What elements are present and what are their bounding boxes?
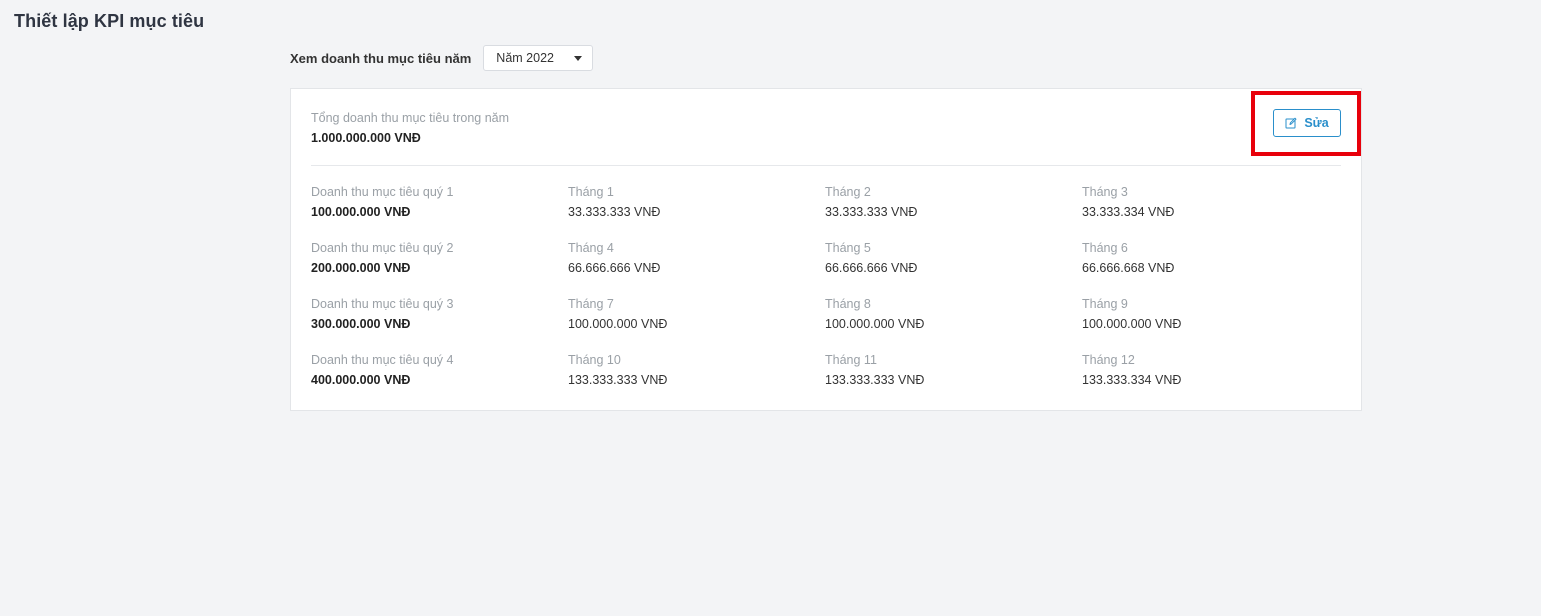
- divider: [311, 165, 1341, 166]
- quarter-label: Doanh thu mục tiêu quý 2: [311, 241, 454, 255]
- month-label: Tháng 4: [568, 241, 614, 255]
- month-label: Tháng 8: [825, 297, 871, 311]
- quarter-cell: Doanh thu mục tiêu quý 4 400.000.000 VNĐ: [311, 353, 568, 409]
- quarter-label: Doanh thu mục tiêu quý 4: [311, 353, 454, 367]
- month-label: Tháng 12: [1082, 353, 1135, 367]
- month-cell: Tháng 9 100.000.000 VNĐ: [1082, 297, 1339, 353]
- month-value: 100.000.000 VNĐ: [825, 317, 925, 331]
- quarter-grid: Doanh thu mục tiêu quý 1 100.000.000 VNĐ…: [311, 185, 1339, 409]
- month-value: 133.333.334 VNĐ: [1082, 373, 1182, 387]
- month-value: 33.333.334 VNĐ: [1082, 205, 1175, 219]
- quarter-label: Doanh thu mục tiêu quý 1: [311, 185, 454, 199]
- month-cell: Tháng 6 66.666.668 VNĐ: [1082, 241, 1339, 297]
- month-label: Tháng 2: [825, 185, 871, 199]
- quarter-value: 100.000.000 VNĐ: [311, 205, 411, 219]
- quarter-label: Doanh thu mục tiêu quý 3: [311, 297, 454, 311]
- month-value: 133.333.333 VNĐ: [568, 373, 668, 387]
- month-cell: Tháng 3 33.333.334 VNĐ: [1082, 185, 1339, 241]
- month-value: 33.333.333 VNĐ: [825, 205, 918, 219]
- month-cell: Tháng 2 33.333.333 VNĐ: [825, 185, 1082, 241]
- annual-total-value: 1.000.000.000 VNĐ: [311, 131, 421, 145]
- month-label: Tháng 11: [825, 353, 877, 367]
- month-cell: Tháng 8 100.000.000 VNĐ: [825, 297, 1082, 353]
- month-cell: Tháng 5 66.666.666 VNĐ: [825, 241, 1082, 297]
- year-filter-label: Xem doanh thu mục tiêu năm: [290, 50, 472, 66]
- month-cell: Tháng 10 133.333.333 VNĐ: [568, 353, 825, 409]
- year-select[interactable]: Năm 2022: [483, 45, 594, 71]
- month-label: Tháng 10: [568, 353, 621, 367]
- edit-icon: [1285, 117, 1297, 129]
- month-value: 66.666.666 VNĐ: [825, 261, 918, 275]
- year-filter: Xem doanh thu mục tiêu năm Năm 2022: [290, 44, 594, 72]
- edit-button-label: Sửa: [1304, 116, 1329, 130]
- month-cell: Tháng 12 133.333.334 VNĐ: [1082, 353, 1339, 409]
- month-label: Tháng 7: [568, 297, 614, 311]
- month-label: Tháng 3: [1082, 185, 1128, 199]
- month-label: Tháng 5: [825, 241, 871, 255]
- chevron-down-icon: [574, 55, 583, 61]
- page-title: Thiết lập KPI mục tiêu: [14, 11, 205, 31]
- kpi-card: Tổng doanh thu mục tiêu trong năm 1.000.…: [290, 88, 1362, 411]
- quarter-cell: Doanh thu mục tiêu quý 2 200.000.000 VNĐ: [311, 241, 568, 297]
- annual-total-label: Tổng doanh thu mục tiêu trong năm: [311, 111, 510, 125]
- quarter-cell: Doanh thu mục tiêu quý 3 300.000.000 VNĐ: [311, 297, 568, 353]
- month-label: Tháng 9: [1082, 297, 1128, 311]
- quarter-row: Doanh thu mục tiêu quý 3 300.000.000 VNĐ…: [311, 297, 1339, 353]
- month-cell: Tháng 1 33.333.333 VNĐ: [568, 185, 825, 241]
- quarter-row: Doanh thu mục tiêu quý 4 400.000.000 VNĐ…: [311, 353, 1339, 409]
- month-value: 100.000.000 VNĐ: [568, 317, 668, 331]
- month-value: 100.000.000 VNĐ: [1082, 317, 1182, 331]
- quarter-value: 200.000.000 VNĐ: [311, 261, 411, 275]
- month-cell: Tháng 7 100.000.000 VNĐ: [568, 297, 825, 353]
- month-value: 66.666.668 VNĐ: [1082, 261, 1175, 275]
- month-value: 33.333.333 VNĐ: [568, 205, 661, 219]
- quarter-value: 400.000.000 VNĐ: [311, 373, 411, 387]
- quarter-value: 300.000.000 VNĐ: [311, 317, 411, 331]
- quarter-row: Doanh thu mục tiêu quý 1 100.000.000 VNĐ…: [311, 185, 1339, 241]
- year-select-value: Năm 2022: [496, 51, 554, 65]
- quarter-row: Doanh thu mục tiêu quý 2 200.000.000 VNĐ…: [311, 241, 1339, 297]
- quarter-cell: Doanh thu mục tiêu quý 1 100.000.000 VNĐ: [311, 185, 568, 241]
- month-cell: Tháng 4 66.666.666 VNĐ: [568, 241, 825, 297]
- month-value: 133.333.333 VNĐ: [825, 373, 925, 387]
- month-label: Tháng 1: [568, 185, 614, 199]
- month-cell: Tháng 11 133.333.333 VNĐ: [825, 353, 1082, 409]
- edit-button[interactable]: Sửa: [1273, 109, 1341, 137]
- month-label: Tháng 6: [1082, 241, 1128, 255]
- month-value: 66.666.666 VNĐ: [568, 261, 661, 275]
- annual-total: Tổng doanh thu mục tiêu trong năm 1.000.…: [311, 111, 509, 145]
